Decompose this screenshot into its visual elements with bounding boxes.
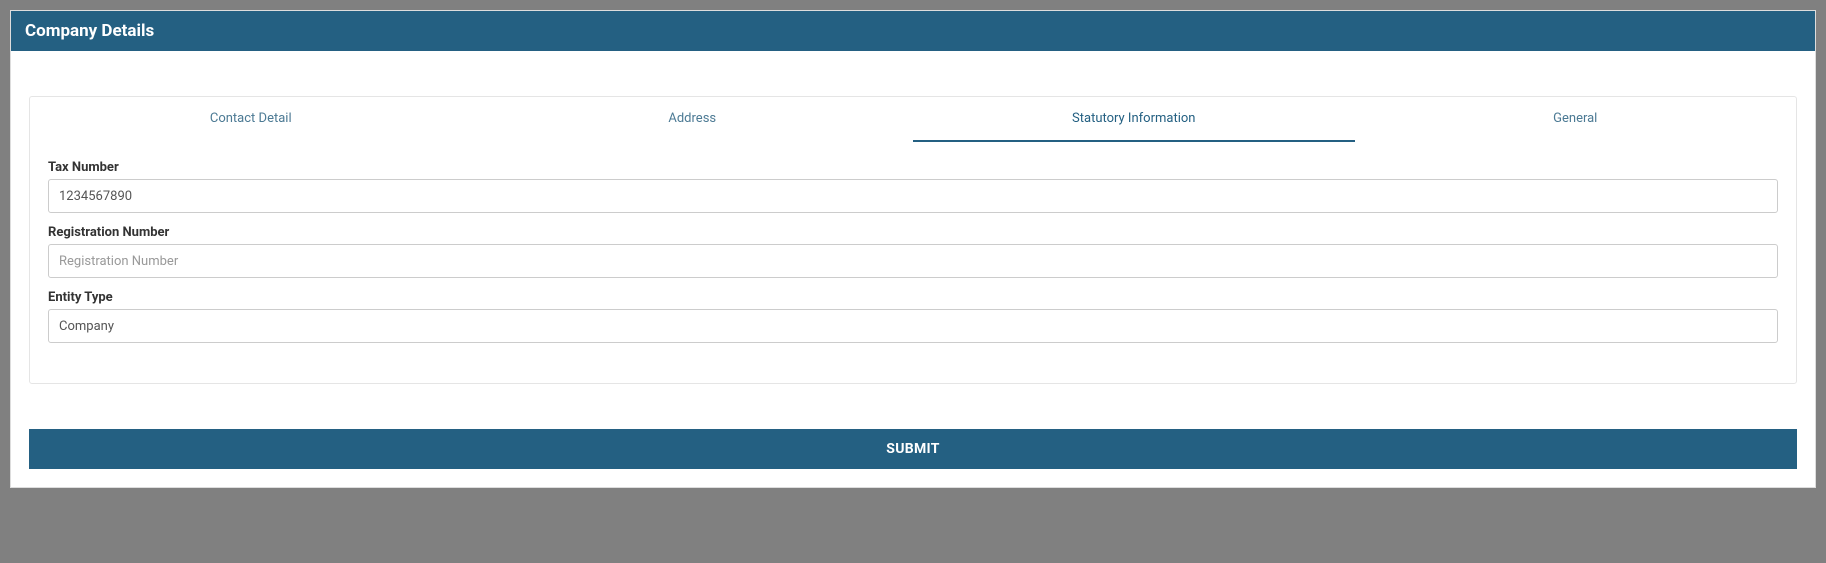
tab-contact-detail[interactable]: Contact Detail (30, 97, 472, 142)
panel-header: Company Details (11, 11, 1815, 51)
company-details-panel: Company Details Contact Detail Address S… (10, 10, 1816, 488)
tax-number-label: Tax Number (48, 160, 1778, 175)
panel-title: Company Details (25, 21, 154, 41)
tabs-container: Contact Detail Address Statutory Informa… (29, 96, 1797, 384)
panel-body: Contact Detail Address Statutory Informa… (11, 51, 1815, 487)
entity-type-group: Entity Type Company (48, 290, 1778, 343)
entity-type-label: Entity Type (48, 290, 1778, 305)
registration-number-label: Registration Number (48, 225, 1778, 240)
tax-number-group: Tax Number (48, 160, 1778, 213)
tab-address[interactable]: Address (472, 97, 914, 142)
registration-number-input[interactable] (48, 244, 1778, 278)
tab-statutory-information[interactable]: Statutory Information (913, 97, 1355, 142)
submit-button[interactable]: SUBMIT (29, 429, 1797, 469)
tax-number-input[interactable] (48, 179, 1778, 213)
entity-type-select[interactable]: Company (48, 309, 1778, 343)
tab-general[interactable]: General (1355, 97, 1797, 142)
statutory-form: Tax Number Registration Number Entity Ty… (30, 142, 1796, 343)
tabs: Contact Detail Address Statutory Informa… (30, 97, 1796, 142)
registration-number-group: Registration Number (48, 225, 1778, 278)
